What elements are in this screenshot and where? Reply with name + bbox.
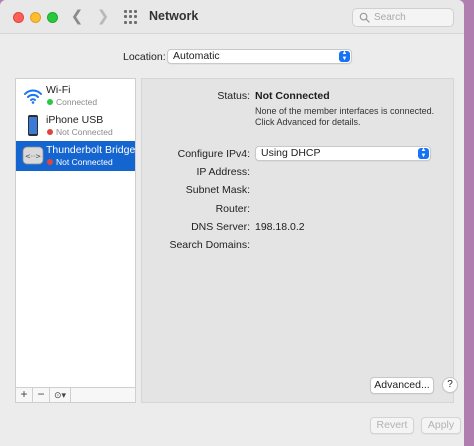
service-status: Not Connected — [56, 127, 113, 137]
popup-stepper-icon: ▲ ▼ — [339, 50, 350, 62]
remove-service-button[interactable]: − — [33, 388, 50, 402]
wifi-icon — [24, 89, 42, 104]
search-icon — [359, 12, 370, 23]
status-value: Not Connected — [255, 90, 330, 102]
configure-ipv4-popup[interactable]: Using DHCP ▲ ▼ — [255, 146, 431, 161]
close-window-button[interactable] — [13, 12, 24, 23]
service-status: Connected — [56, 97, 98, 107]
status-dot-icon — [47, 99, 53, 105]
dns-server-label: DNS Server: — [191, 221, 250, 233]
minimize-window-button[interactable] — [30, 12, 41, 23]
back-chevron-icon[interactable]: ❮ — [68, 8, 86, 26]
ip-address-label: IP Address: — [196, 166, 250, 178]
help-button[interactable]: ? — [442, 377, 458, 393]
search-field[interactable]: Search — [352, 8, 454, 27]
location-popup[interactable]: Automatic ▲ ▼ — [167, 49, 352, 64]
search-domains-label: Search Domains: — [169, 239, 250, 251]
thunderbolt-bridge-icon: <··> — [22, 146, 44, 165]
revert-button[interactable]: Revert — [370, 417, 414, 434]
service-item-thunderbolt-bridge[interactable]: <··> Thunderbolt Bridge Not Connected — [16, 141, 135, 171]
title-bar: ❮ ❯ Network Search — [0, 0, 464, 34]
service-status: Not Connected — [56, 157, 113, 167]
popup-stepper-icon: ▲ ▼ — [418, 147, 429, 159]
service-list-controls: + − ⊙▾ — [15, 387, 136, 403]
status-dot-icon — [47, 129, 53, 135]
forward-chevron-icon[interactable]: ❯ — [94, 8, 112, 26]
configure-ipv4-label: Configure IPv4: — [177, 148, 250, 160]
service-item-wifi[interactable]: Wi-Fi Connected — [16, 81, 135, 111]
svg-text:<··>: <··> — [25, 153, 41, 161]
advanced-button[interactable]: Advanced... — [370, 377, 434, 394]
location-value: Automatic — [173, 50, 220, 62]
location-label: Location: — [123, 51, 166, 63]
search-placeholder: Search — [374, 12, 406, 23]
iphone-icon — [28, 115, 38, 136]
network-preferences-window: ❮ ❯ Network Search Location: Automatic ▲… — [0, 0, 464, 446]
service-name: iPhone USB — [46, 114, 104, 126]
apply-button[interactable]: Apply — [421, 417, 461, 434]
show-all-grid-icon[interactable] — [124, 10, 138, 24]
service-list: Wi-Fi Connected iPhone USB Not Connected… — [15, 78, 136, 403]
service-name: Wi-Fi — [46, 84, 71, 96]
subnet-mask-label: Subnet Mask: — [185, 184, 250, 196]
service-name: Thunderbolt Bridge — [46, 144, 136, 156]
status-note: None of the member interfaces is connect… — [255, 106, 435, 127]
status-label: Status: — [217, 90, 250, 102]
service-actions-button[interactable]: ⊙▾ — [50, 388, 71, 402]
configure-ipv4-value: Using DHCP — [261, 147, 321, 159]
window-title: Network — [149, 9, 199, 23]
dns-server-value: 198.18.0.2 — [255, 221, 305, 233]
router-label: Router: — [215, 203, 250, 215]
zoom-window-button[interactable] — [47, 12, 58, 23]
add-service-button[interactable]: + — [16, 388, 33, 402]
status-dot-icon — [47, 159, 53, 165]
service-item-iphone-usb[interactable]: iPhone USB Not Connected — [16, 111, 135, 141]
